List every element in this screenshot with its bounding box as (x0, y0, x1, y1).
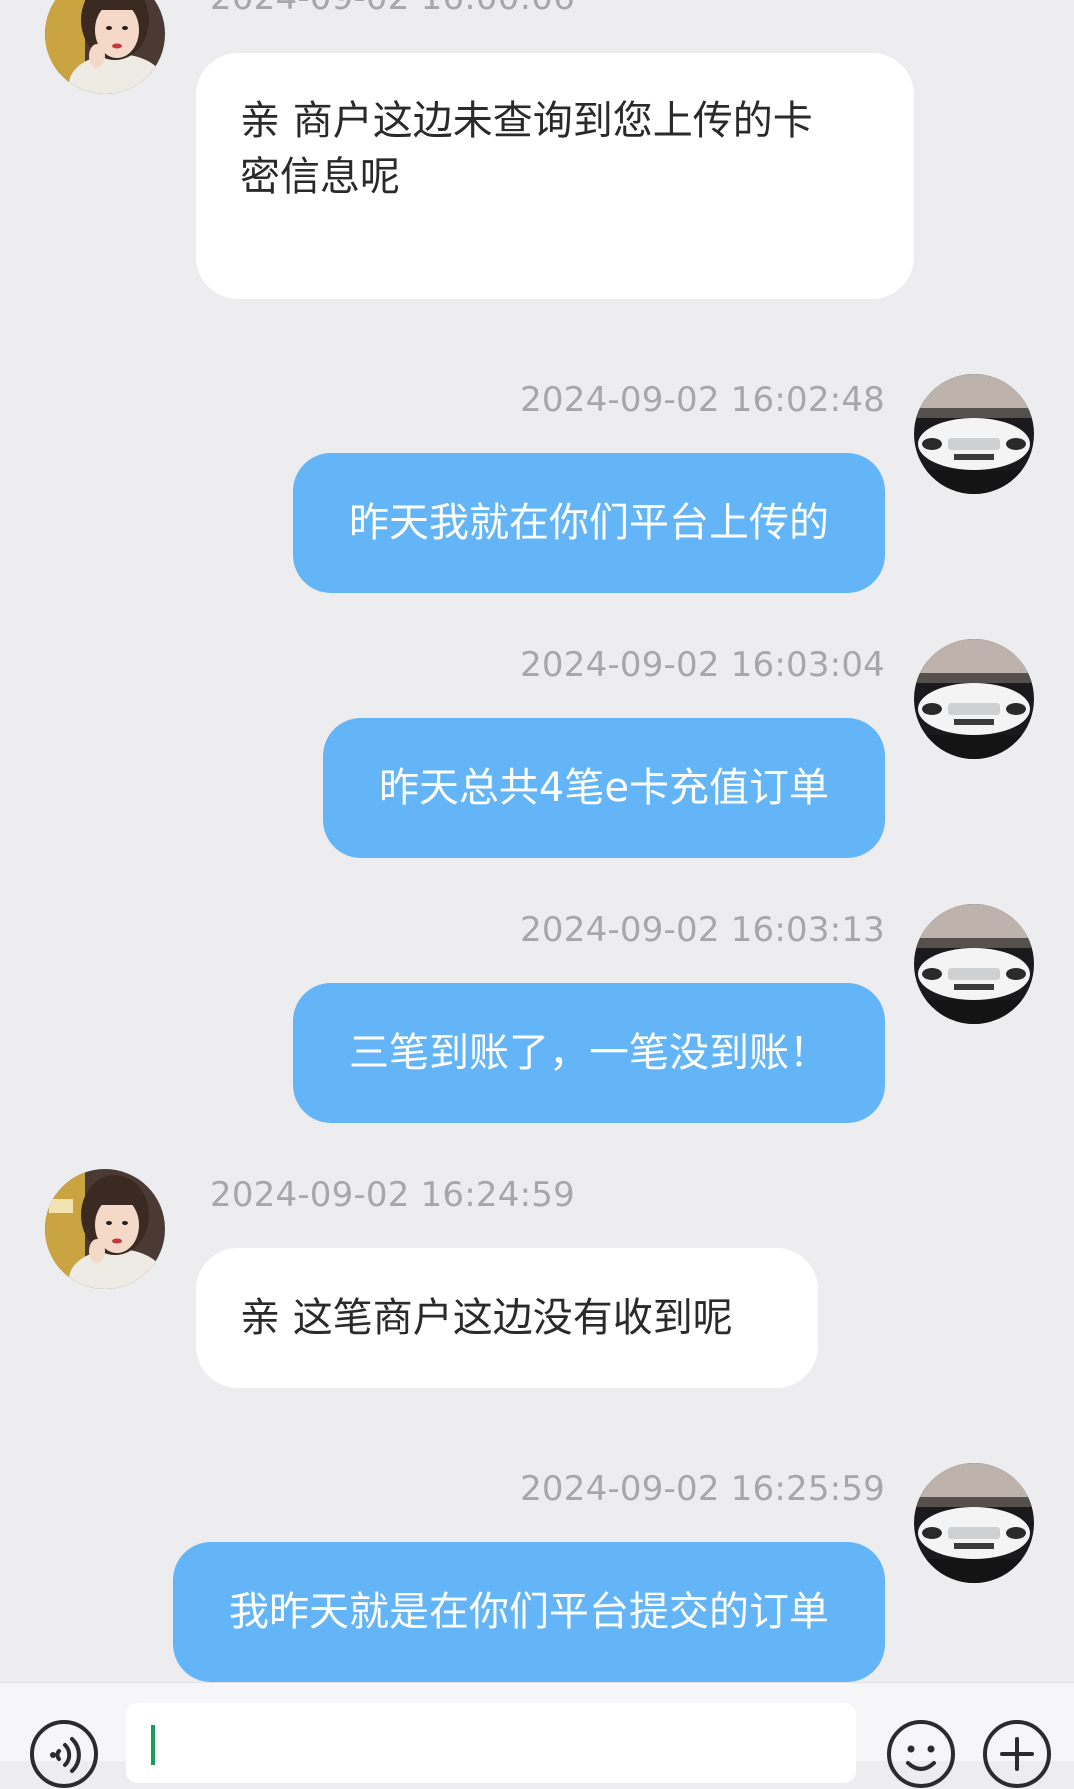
message-timestamp: 2024-09-02 16:02:48 (520, 380, 885, 420)
message-input[interactable] (126, 1703, 856, 1783)
outgoing-message-bubble[interactable]: 三笔到账了，一笔没到账！ (293, 983, 885, 1123)
outgoing-message-bubble[interactable]: 昨天我就在你们平台上传的 (293, 453, 885, 593)
message-timestamp: 2024-09-02 16:03:04 (520, 645, 885, 685)
user-avatar[interactable] (914, 904, 1034, 1024)
user-avatar[interactable] (914, 374, 1034, 494)
user-avatar[interactable] (914, 1463, 1034, 1583)
emoji-icon[interactable] (886, 1719, 956, 1789)
message-timestamp: 2024-09-02 16:25:59 (520, 1469, 885, 1509)
message-timestamp: 2024-09-02 16:03:13 (520, 910, 885, 950)
message-timestamp: 2024-09-02 16:00:06 (210, 0, 575, 18)
outgoing-message-bubble[interactable]: 我昨天就是在你们平台提交的订单 (173, 1542, 885, 1682)
message-timestamp: 2024-09-02 16:24:59 (210, 1175, 575, 1215)
agent-avatar[interactable] (45, 0, 165, 94)
voice-icon[interactable] (29, 1719, 99, 1789)
incoming-message-bubble[interactable]: 亲 商户这边未查询到您上传的卡 密信息呢 (196, 53, 914, 299)
user-avatar[interactable] (914, 639, 1034, 759)
incoming-message-bubble[interactable]: 亲 这笔商户这边没有收到呢 (196, 1248, 818, 1388)
text-caret (151, 1725, 155, 1765)
outgoing-message-bubble[interactable]: 昨天总共4笔e卡充值订单 (322, 718, 885, 858)
chat-message-list[interactable]: 2024-09-02 16:00:06 亲 商户这边未查询到您上传的卡 密信息呢… (0, 0, 1074, 1682)
message-input-bar (0, 1682, 1074, 1788)
plus-icon[interactable] (982, 1719, 1052, 1789)
agent-avatar[interactable] (45, 1169, 165, 1289)
